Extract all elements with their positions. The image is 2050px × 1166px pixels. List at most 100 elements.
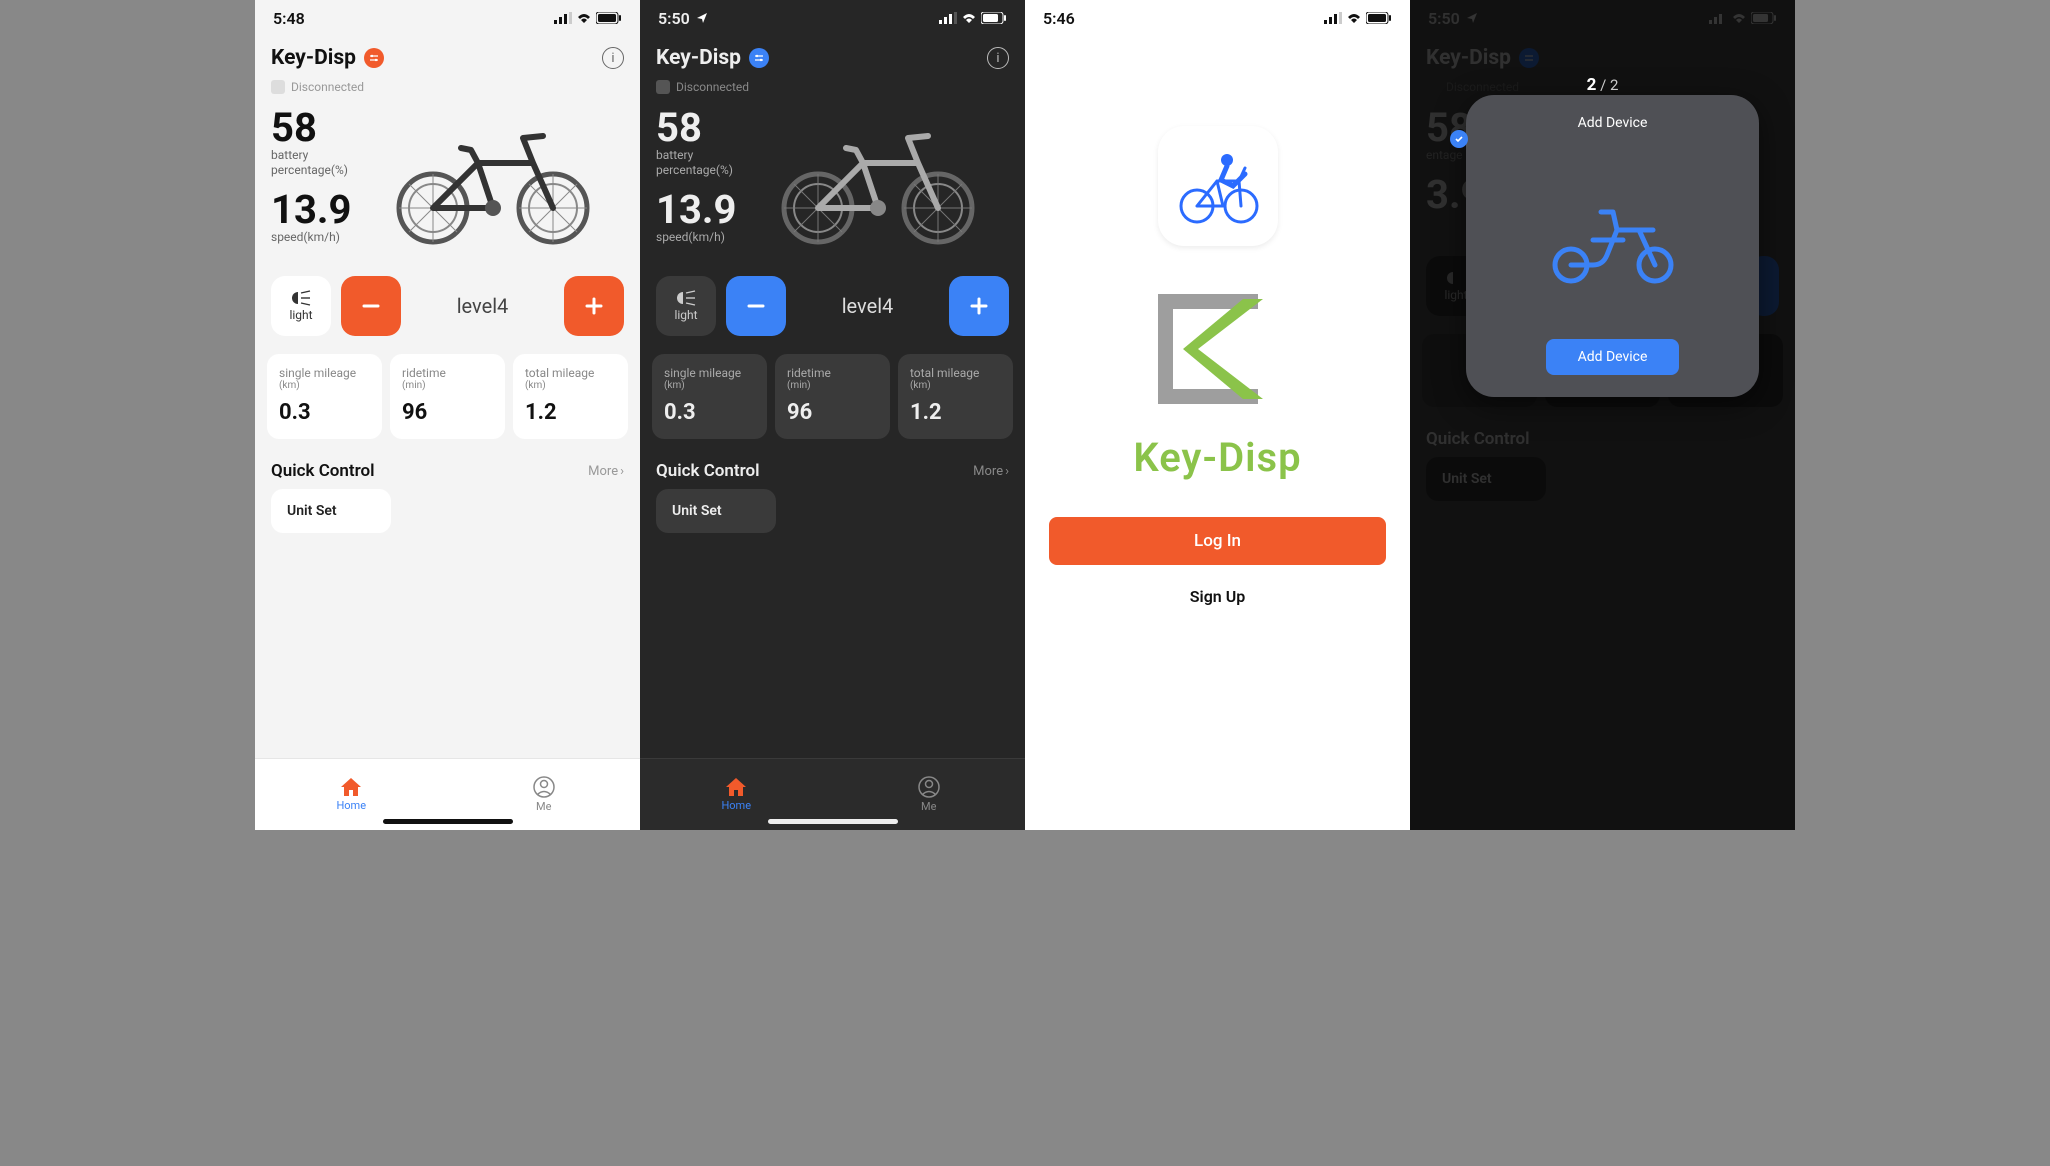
card-value: 0.3 <box>279 400 370 425</box>
plus-icon <box>582 294 606 318</box>
info-icon[interactable]: i <box>987 47 1009 69</box>
wifi-icon <box>1346 12 1362 24</box>
status-icons <box>939 12 1007 24</box>
brand-title: Key-Disp <box>656 46 741 70</box>
card-unit: (km) <box>279 380 370 392</box>
card-value: 96 <box>787 400 878 425</box>
signal-icon <box>1324 12 1342 24</box>
signup-link[interactable]: Sign Up <box>1190 587 1245 606</box>
ridetime-card: ridetime(min) 96 <box>775 354 890 439</box>
home-icon <box>340 777 362 797</box>
bike-illustration <box>361 108 624 248</box>
card-value: 1.2 <box>525 400 616 425</box>
battery-value: 58 <box>656 108 736 148</box>
card-unit: (min) <box>787 380 878 392</box>
tab-me-label: Me <box>921 800 936 813</box>
quick-control-more[interactable]: More › <box>973 464 1009 479</box>
light-label: light <box>289 308 312 322</box>
battery-value: 58 <box>271 108 351 148</box>
battery-label-1: battery <box>271 148 308 162</box>
level-minus-button[interactable] <box>726 276 786 336</box>
tab-home-label: Home <box>721 799 751 812</box>
level-plus-button[interactable] <box>564 276 624 336</box>
minus-icon <box>744 294 768 318</box>
signal-icon <box>939 12 957 24</box>
card-unit: (km) <box>664 380 755 392</box>
total-mileage-card: total mileage(km) 1.2 <box>513 354 628 439</box>
card-unit: (km) <box>525 380 616 392</box>
key-disp-logo-icon <box>1128 274 1308 424</box>
light-toggle-button[interactable]: light <box>656 276 716 336</box>
speed-value: 13.9 <box>271 190 351 230</box>
home-indicator <box>383 819 513 824</box>
tab-me-label: Me <box>536 800 551 813</box>
quick-control-title: Quick Control <box>656 461 760 481</box>
app-header: Key-Disp i <box>640 36 1025 76</box>
status-bar: 5:50 <box>640 0 1025 36</box>
user-icon <box>533 776 555 798</box>
brand-badge-icon <box>749 48 769 68</box>
status-icons <box>554 12 622 24</box>
battery-icon <box>596 12 622 24</box>
ridetime-card: ridetime(min) 96 <box>390 354 505 439</box>
selected-checkmark-icon <box>1450 130 1468 148</box>
card-value: 1.2 <box>910 400 1001 425</box>
signal-icon <box>554 12 572 24</box>
connection-indicator-icon <box>656 80 670 94</box>
home-icon <box>725 777 747 797</box>
level-plus-button[interactable] <box>949 276 1009 336</box>
status-time: 5:46 <box>1043 9 1075 28</box>
screen-add-device: 5:50 Key-Disp Disconn <box>1410 0 1795 830</box>
card-value: 0.3 <box>664 400 755 425</box>
unit-set-card[interactable]: Unit Set <box>271 489 391 533</box>
wifi-icon <box>576 12 592 24</box>
wifi-icon <box>961 12 977 24</box>
card-title: ridetime <box>787 366 831 380</box>
quick-control-title: Quick Control <box>271 461 375 481</box>
screen-dark-home: 5:50 Key-Disp i Disconnected <box>640 0 1025 830</box>
light-toggle-button[interactable]: light <box>271 276 331 336</box>
single-mileage-card: single mileage(km) 0.3 <box>652 354 767 439</box>
carousel-page-indicator: 2 / 2 <box>1410 75 1795 95</box>
brand-badge-icon <box>364 48 384 68</box>
device-illustration <box>1484 155 1741 315</box>
status-icons <box>1324 12 1392 24</box>
assist-level-label: level4 <box>411 294 554 318</box>
login-button[interactable]: Log In <box>1049 517 1386 565</box>
brand-title: Key-Disp <box>271 46 356 70</box>
info-icon[interactable]: i <box>602 47 624 69</box>
add-device-button[interactable]: Add Device <box>1546 339 1680 375</box>
card-unit: (km) <box>910 380 1001 392</box>
assist-level-label: level4 <box>796 294 939 318</box>
card-value: 96 <box>402 400 493 425</box>
tab-home-label: Home <box>336 799 366 812</box>
speed-value: 13.9 <box>656 190 736 230</box>
status-bar: 5:46 <box>1025 0 1410 36</box>
scooter-icon <box>1543 180 1683 290</box>
battery-label-1: battery <box>656 148 693 162</box>
battery-label-2: percentage(%) <box>271 163 348 177</box>
connection-indicator-icon <box>271 80 285 94</box>
screen-light-home: 5:48 Key-Disp i Disconnected <box>255 0 640 830</box>
app-icon <box>1158 126 1278 246</box>
card-title: total mileage <box>525 366 594 380</box>
brand-logo-text: Key-Disp <box>1133 434 1301 481</box>
unit-set-card[interactable]: Unit Set <box>656 489 776 533</box>
level-minus-button[interactable] <box>341 276 401 336</box>
headlight-icon <box>290 290 312 306</box>
bike-illustration <box>746 108 1009 248</box>
headlight-icon <box>675 290 697 306</box>
minus-icon <box>359 294 383 318</box>
app-header: Key-Disp i <box>255 36 640 76</box>
card-title: ridetime <box>402 366 446 380</box>
plus-icon <box>967 294 991 318</box>
connection-label: Disconnected <box>291 80 364 94</box>
card-unit: (min) <box>402 380 493 392</box>
status-time: 5:48 <box>273 9 305 28</box>
single-mileage-card: single mileage(km) 0.3 <box>267 354 382 439</box>
cyclist-icon <box>1173 146 1263 226</box>
light-label: light <box>674 308 697 322</box>
quick-control-more[interactable]: More › <box>588 464 624 479</box>
card-title: single mileage <box>279 366 356 380</box>
connection-status: Disconnected <box>255 76 640 102</box>
